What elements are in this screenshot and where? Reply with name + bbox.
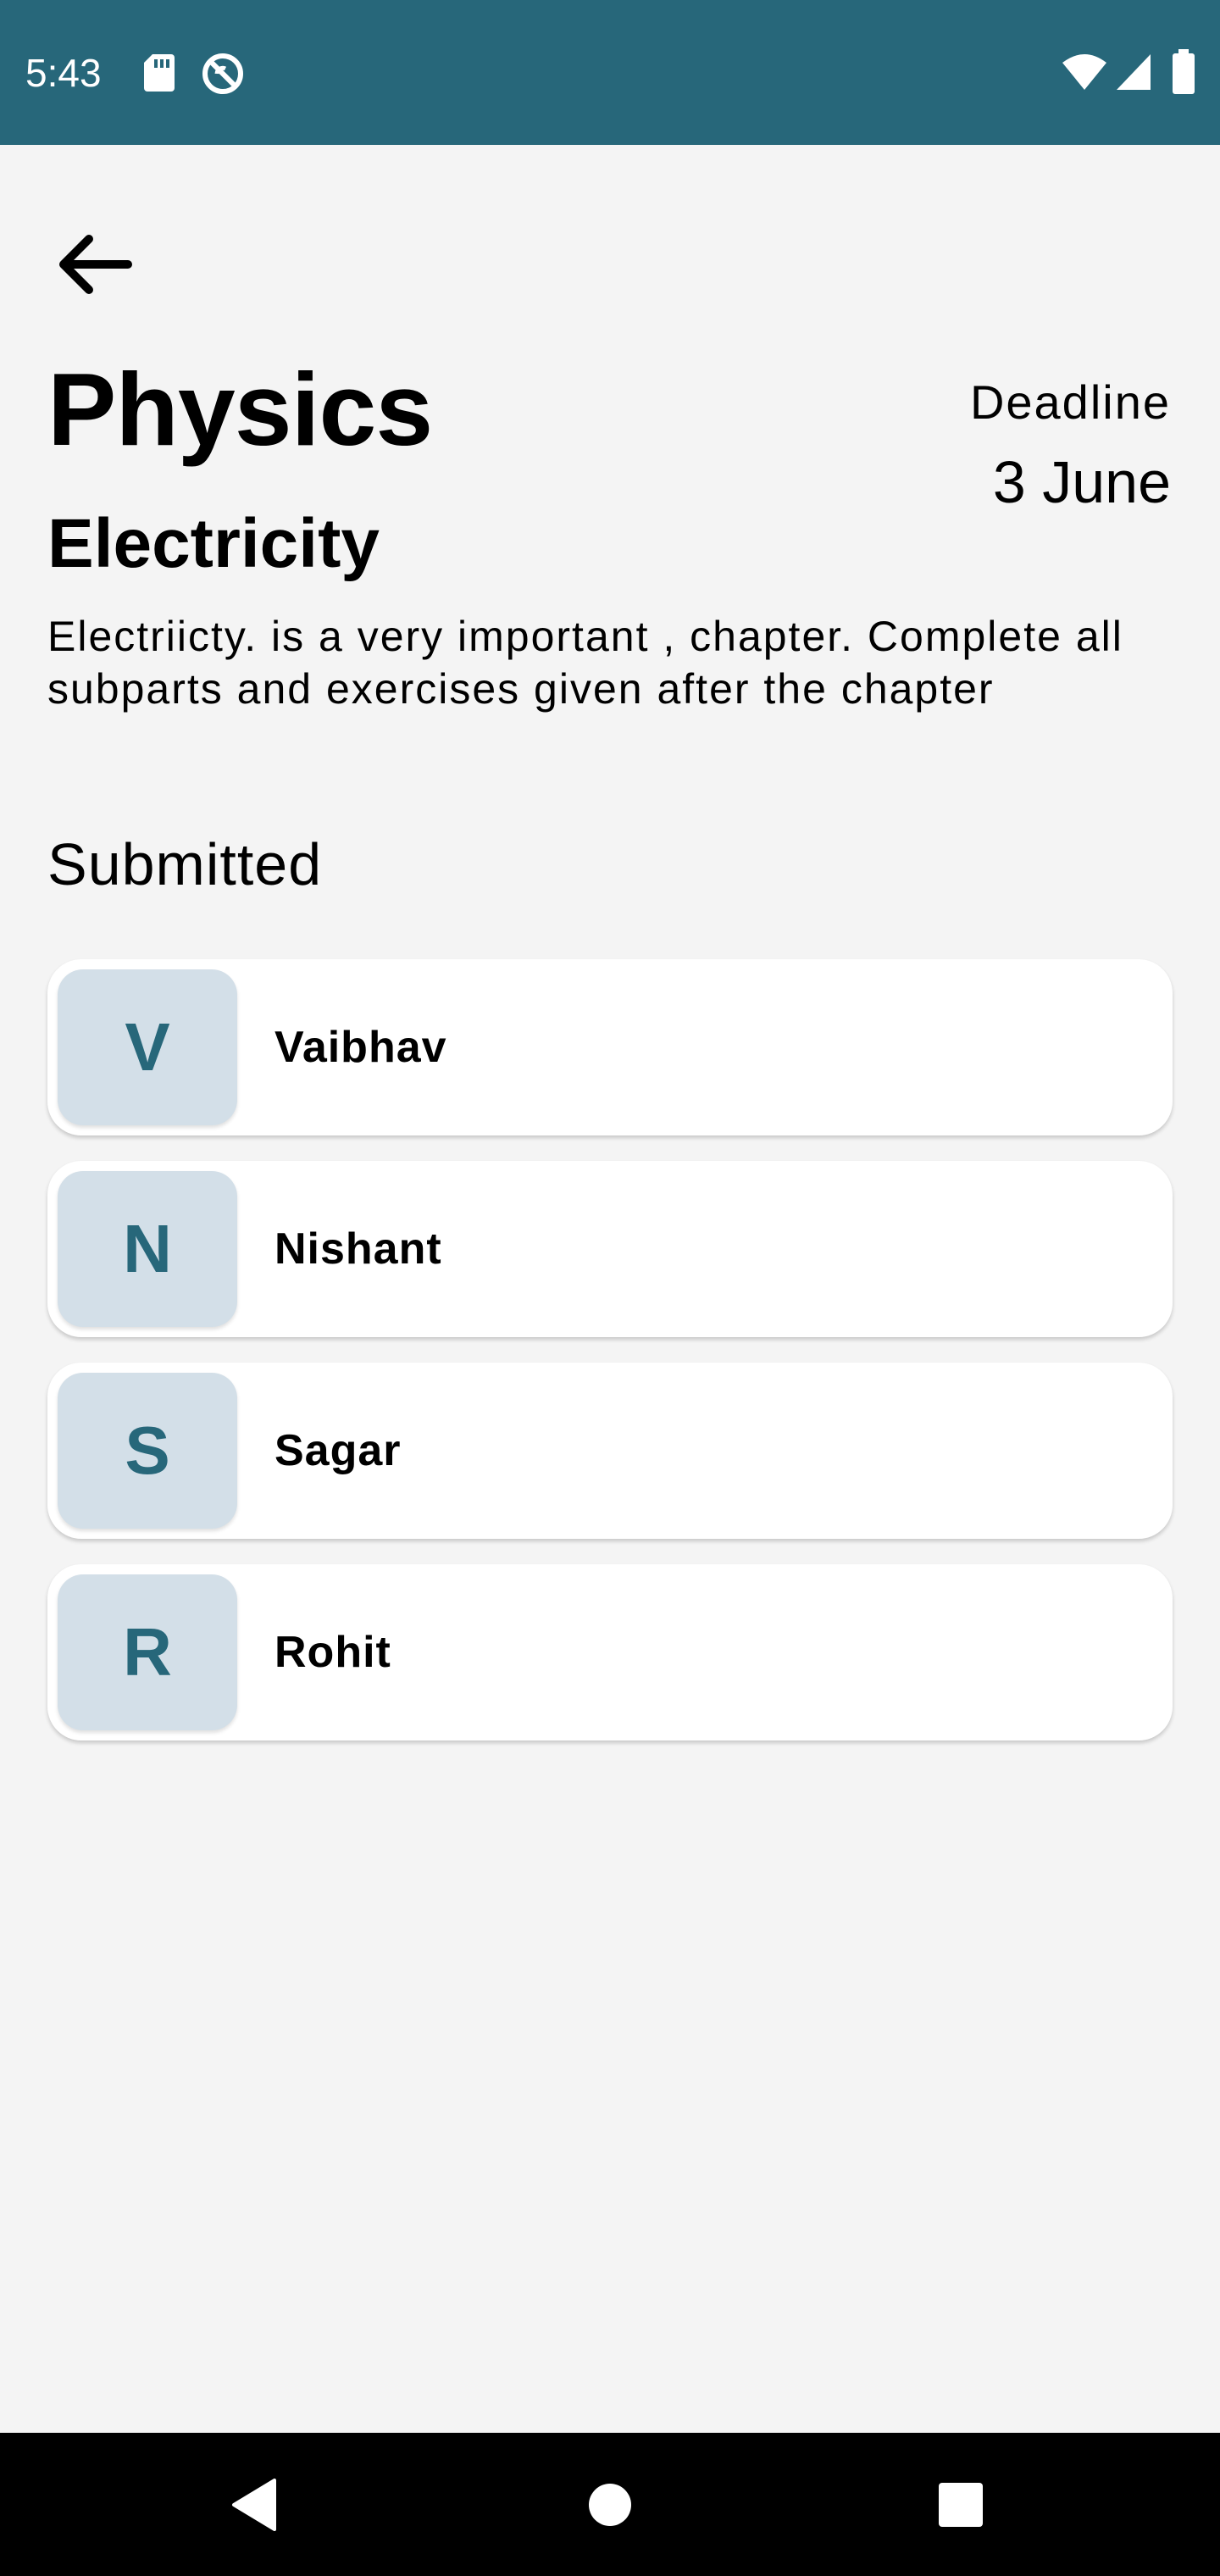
nav-home-icon: [589, 2483, 631, 2526]
deadline-label: Deadline: [969, 375, 1171, 429]
student-avatar: V: [58, 969, 237, 1125]
nav-back-icon: [232, 2478, 276, 2531]
subject-title: Physics: [47, 352, 433, 467]
student-card[interactable]: V Vaibhav: [47, 959, 1173, 1135]
student-avatar: S: [58, 1373, 237, 1529]
nav-recents-button[interactable]: [893, 2433, 1029, 2576]
deadline-date: 3 June: [992, 449, 1171, 515]
battery-icon: [1173, 49, 1195, 94]
submitted-section-title: Submitted: [47, 831, 323, 897]
cellular-signal-icon: [1117, 54, 1151, 90]
student-name: Vaibhav: [274, 1023, 447, 1072]
arrow-back-icon: [59, 235, 132, 294]
student-name: Nishant: [274, 1224, 442, 1274]
student-card[interactable]: N Nishant: [47, 1161, 1173, 1337]
sync-disabled-icon: [202, 53, 243, 94]
nav-back-button[interactable]: [186, 2433, 322, 2576]
student-avatar: N: [58, 1171, 237, 1327]
student-card[interactable]: R Rohit: [47, 1564, 1173, 1740]
student-name: Sagar: [274, 1426, 402, 1475]
student-name: Rohit: [274, 1628, 391, 1677]
status-bar: 5:43: [0, 0, 1220, 145]
system-nav-bar: [0, 2433, 1220, 2576]
student-card[interactable]: S Sagar: [47, 1363, 1173, 1539]
sd-card-icon: [144, 54, 175, 92]
wifi-icon: [1062, 54, 1106, 90]
nav-recents-icon: [939, 2482, 983, 2527]
student-avatar: R: [58, 1574, 237, 1730]
submitted-student-list: V Vaibhav N Nishant S Sagar R Rohit: [47, 959, 1173, 1766]
chapter-description: Electriicty. is a very important , chapt…: [47, 613, 1123, 713]
back-button[interactable]: [47, 222, 141, 307]
status-time: 5:43: [25, 51, 102, 95]
chapter-title: Electricity: [47, 505, 380, 582]
nav-home-button[interactable]: [542, 2433, 678, 2576]
